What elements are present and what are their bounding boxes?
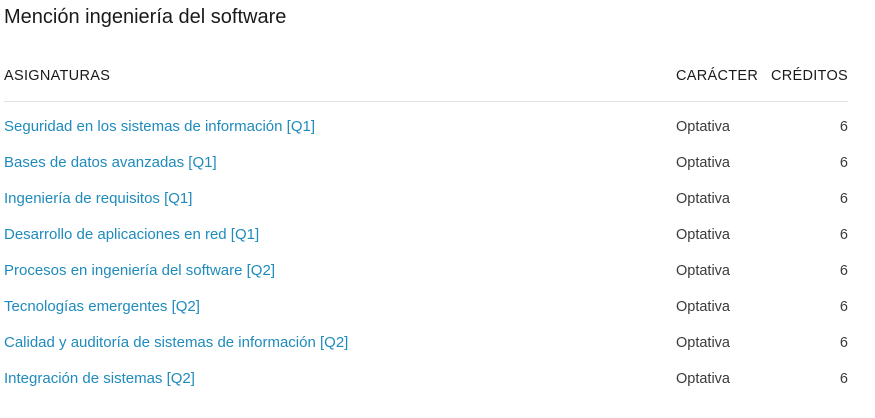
subject-type: Optativa [676,335,730,351]
subject-credits: 6 [839,227,848,243]
subject-type: Optativa [676,371,730,387]
table-row: Integración de sistemas [Q2] Optativa 6 [4,362,848,398]
subject-type: Optativa [676,227,730,243]
table-body: Seguridad en los sistemas de información… [4,102,848,398]
subject-type: Optativa [676,119,730,135]
table-row: Tecnologías emergentes [Q2] Optativa 6 [4,290,848,326]
header-credits: CRÉDITOS [770,68,848,84]
subject-type: Optativa [676,191,730,207]
table-row: Ingeniería de requisitos [Q1] Optativa 6 [4,182,848,218]
table-row: Desarrollo de aplicaciones en red [Q1] O… [4,218,848,254]
table-header: ASIGNATURAS CARÁCTER CRÉDITOS [4,58,848,102]
subject-credits: 6 [839,371,848,387]
subject-credits: 6 [839,263,848,279]
header-subjects: ASIGNATURAS [4,68,111,84]
subject-link[interactable]: Ingeniería de requisitos [Q1] [4,190,192,207]
table-row: Calidad y auditoría de sistemas de infor… [4,326,848,362]
subject-link[interactable]: Tecnologías emergentes [Q2] [4,298,200,315]
table-row: Seguridad en los sistemas de información… [4,110,848,146]
header-type: CARÁCTER [676,68,759,84]
subject-type: Optativa [676,299,730,315]
subject-credits: 6 [839,191,848,207]
subject-type: Optativa [676,155,730,171]
subject-link[interactable]: Calidad y auditoría de sistemas de infor… [4,334,348,351]
subject-credits: 6 [839,119,848,135]
subjects-table: ASIGNATURAS CARÁCTER CRÉDITOS Seguridad … [4,58,848,398]
subject-credits: 6 [839,299,848,315]
subject-type: Optativa [676,263,730,279]
subject-link[interactable]: Bases de datos avanzadas [Q1] [4,154,217,171]
subject-link[interactable]: Procesos en ingeniería del software [Q2] [4,262,275,279]
subject-link[interactable]: Seguridad en los sistemas de información… [4,118,315,135]
subject-link[interactable]: Desarrollo de aplicaciones en red [Q1] [4,226,259,243]
subject-credits: 6 [839,335,848,351]
page-title: Mención ingeniería del software [4,6,287,28]
table-row: Bases de datos avanzadas [Q1] Optativa 6 [4,146,848,182]
subject-credits: 6 [839,155,848,171]
subject-link[interactable]: Integración de sistemas [Q2] [4,370,195,387]
table-row: Procesos en ingeniería del software [Q2]… [4,254,848,290]
